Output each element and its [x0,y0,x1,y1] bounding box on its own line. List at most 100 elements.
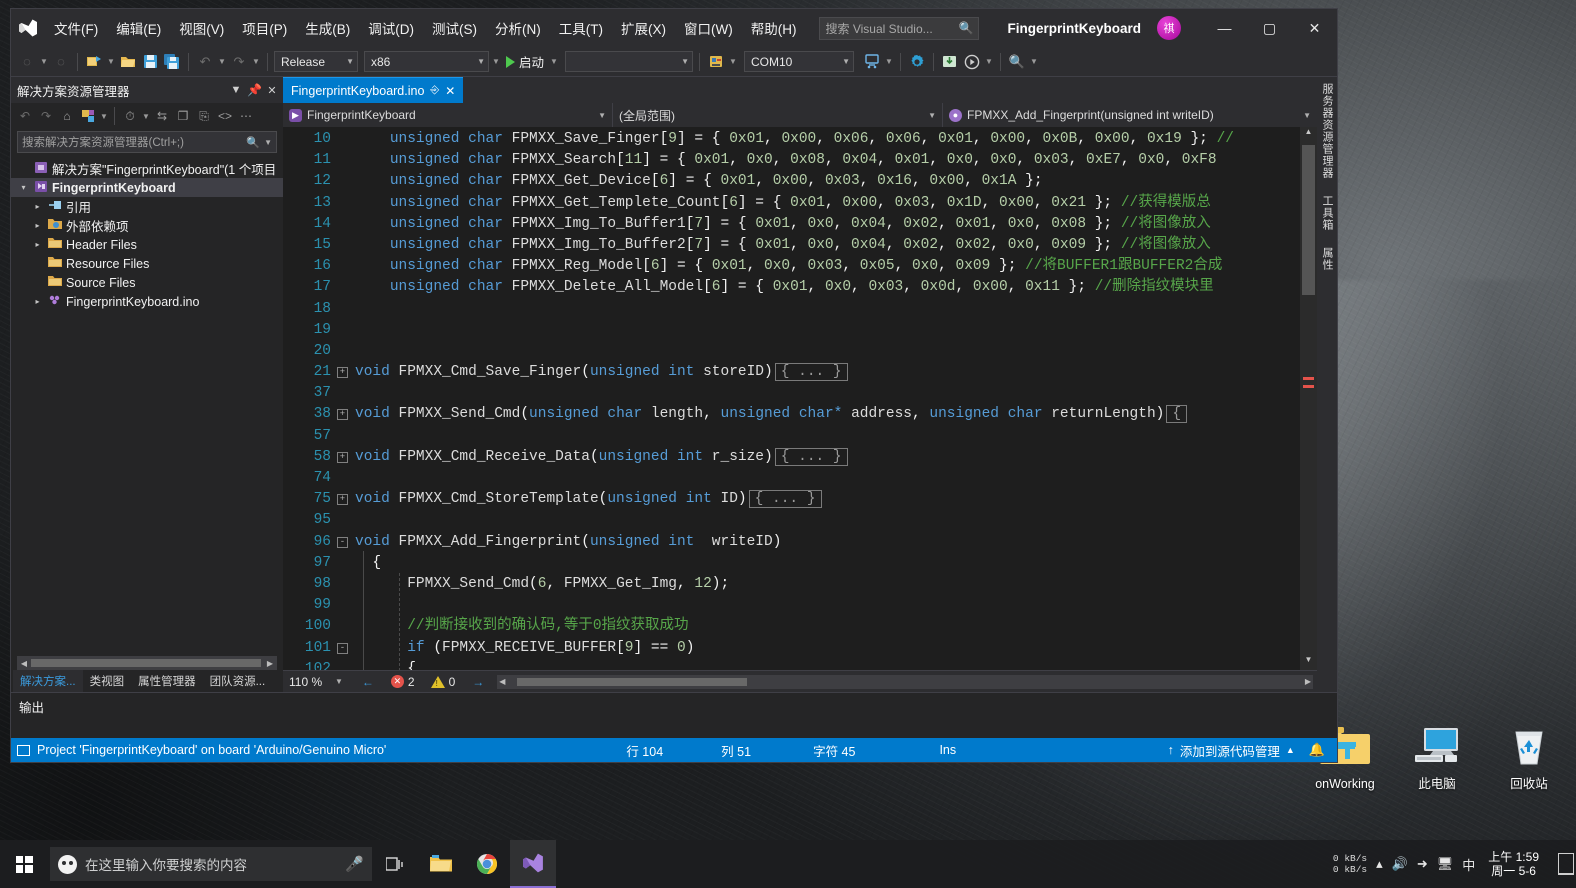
expand-fold-icon[interactable]: + [337,452,348,463]
code-line[interactable]: unsigned char FPMXX_Img_To_Buffer1[7] = … [337,214,1300,235]
collapse-fold-icon[interactable]: - [337,537,348,548]
scroll-right-arrow[interactable]: ▶ [1305,677,1311,686]
warning-count[interactable]: 0 [423,675,464,689]
solution-explorer-hscrollbar[interactable]: ◀ ▶ [17,656,277,670]
chevron-down-icon[interactable]: ▼ [251,57,261,66]
verify-icon[interactable] [962,51,982,73]
new-project-icon[interactable] [84,51,104,73]
sync-icon[interactable]: ⇆ [152,106,172,126]
tree-item-resource-files[interactable]: Resource Files [11,254,283,273]
chevron-down-icon[interactable]: ▼ [549,57,559,66]
chevron-up-icon[interactable]: ▴ [1376,856,1383,872]
tab-property-manager[interactable]: 属性管理器 [131,670,203,692]
code-line[interactable]: +void FPMXX_Cmd_Save_Finger(unsigned int… [337,362,1300,383]
chevron-down-icon[interactable]: ▼ [217,57,227,66]
task-view-button[interactable] [372,840,418,888]
tree-item-external-dependencies[interactable]: ▸ 外部依赖项 [11,216,283,235]
chevron-down-icon[interactable]: ▼ [99,112,109,121]
expand-fold-icon[interactable]: + [337,367,348,378]
settings-gear-icon[interactable] [907,51,927,73]
tree-item-project[interactable]: ▾ FingerprintKeyboard [11,178,283,197]
desktop-icon-this-pc[interactable]: 此电脑 [1398,718,1476,792]
vs-search-box[interactable]: 搜索 Visual Studio... 🔍 [819,17,979,40]
error-count[interactable]: ✕ 2 [383,675,423,689]
scroll-left-arrow[interactable]: ◀ [17,659,31,668]
save-icon[interactable] [140,51,160,73]
forward-icon[interactable]: ↷ [36,106,56,126]
network-icon[interactable]: ➜ [1417,856,1428,872]
chevron-down-icon[interactable]: ▼ [1029,57,1039,66]
code-line[interactable]: unsigned char FPMXX_Search[11] = { 0x01,… [337,150,1300,171]
menu-item-edit[interactable]: 编辑(E) [107,13,170,43]
chevron-down-icon[interactable]: ▼ [106,57,116,66]
tree-item-source-files[interactable]: Source Files [11,273,283,292]
microphone-icon[interactable]: 🎤 [345,855,364,873]
start-debug-button[interactable]: 启动 [503,52,547,71]
code-text[interactable]: unsigned char FPMXX_Save_Finger[9] = { 0… [337,127,1300,670]
code-line[interactable]: +void FPMXX_Send_Cmd(unsigned char lengt… [337,404,1300,425]
home-icon[interactable]: ⌂ [57,106,77,126]
close-button[interactable]: ✕ [1292,9,1337,47]
chevron-down-icon[interactable]: ▼ [491,57,501,66]
code-line[interactable]: //判断接收到的确认码,等于0指纹获取成功 [337,616,1300,637]
navigate-backward-button[interactable]: ← [353,675,383,689]
chevron-down-icon[interactable]: ▼ [335,677,353,686]
code-line[interactable] [337,299,1300,320]
code-line[interactable]: -void FPMXX_Add_Fingerprint(unsigned int… [337,532,1300,553]
navbar-project-combo[interactable]: ▶ FingerprintKeyboard ▼ [283,103,613,127]
expand-fold-icon[interactable]: + [337,494,348,505]
pin-icon[interactable]: 📌 [247,83,261,97]
show-desktop-button[interactable] [1558,853,1574,875]
expander-icon[interactable]: ▾ [17,183,30,192]
expander-icon[interactable]: ▸ [31,240,44,249]
code-line[interactable]: +void FPMXX_Cmd_Receive_Data(unsigned in… [337,447,1300,468]
menu-item-test[interactable]: 测试(S) [423,13,486,43]
tab-class-view[interactable]: 类视图 [83,670,132,692]
visual-studio-button[interactable] [510,840,556,888]
tree-item-ino-file[interactable]: ▸ FingerprintKeyboard.ino [11,292,283,311]
serial-port-combo[interactable]: COM10 ▼ [744,51,854,72]
code-line[interactable] [337,320,1300,341]
navigate-forward-button[interactable]: → [463,675,493,689]
back-icon[interactable]: ↶ [15,106,35,126]
scrollbar-thumb[interactable] [1302,145,1315,295]
solution-explorer-search[interactable]: 搜索解决方案资源管理器(Ctrl+;) 🔍 ▼ [17,131,277,153]
bell-icon[interactable]: 🔔 [1309,742,1325,758]
overflow-icon[interactable]: ⋯ [236,106,256,126]
clock[interactable]: 上午 1:59 周一 5-6 [1484,850,1543,878]
scroll-right-arrow[interactable]: ▶ [263,659,277,668]
display-icon[interactable]: 🖥 [1437,856,1454,872]
close-icon[interactable]: ✕ [265,84,279,97]
scrollbar-thumb[interactable] [31,659,261,667]
expander-icon[interactable]: ▸ [31,202,44,211]
forward-icon[interactable]: ◌ [51,51,71,73]
scrollbar-thumb[interactable] [517,678,747,686]
menu-item-file[interactable]: 文件(F) [45,13,107,43]
taskbar-search-box[interactable]: 在这里输入你要搜索的内容 🎤 [50,847,372,881]
ime-indicator[interactable]: 中 [1462,855,1475,874]
code-line[interactable] [337,426,1300,447]
code-line[interactable] [337,595,1300,616]
navbar-scope-combo[interactable]: (全局范围) ▼ [613,103,943,127]
back-icon[interactable]: ◌ [17,51,37,73]
code-line[interactable]: unsigned char FPMXX_Reg_Model[6] = { 0x0… [337,256,1300,277]
tool-tab-server-explorer[interactable]: 服务器资源管理器 [1319,83,1335,179]
tab-solution-explorer[interactable]: 解决方案... [13,670,83,692]
code-line[interactable]: unsigned char FPMXX_Img_To_Buffer2[7] = … [337,235,1300,256]
menu-item-analyze[interactable]: 分析(N) [486,13,550,43]
code-line[interactable]: unsigned char FPMXX_Get_Templete_Count[6… [337,193,1300,214]
expander-icon[interactable]: ▸ [31,297,44,306]
pin-icon[interactable]: ⎆ [430,84,439,97]
error-marker[interactable] [1303,385,1314,388]
expand-fold-icon[interactable]: + [337,409,348,420]
expander-icon[interactable]: ▸ [31,221,44,230]
zoom-level[interactable]: 110 % [283,675,335,689]
menu-item-project[interactable]: 项目(P) [233,13,296,43]
tool-tab-toolbox[interactable]: 工具箱 [1319,195,1335,231]
chevron-down-icon[interactable]: ▼ [39,57,49,66]
navbar-member-combo[interactable]: ● FPMXX_Add_Fingerprint(unsigned int wri… [943,103,1317,127]
pending-changes-icon[interactable]: ⏱ [120,106,140,126]
minimize-button[interactable]: — [1202,9,1247,47]
desktop-icon-recycle-bin[interactable]: 回收站 [1490,718,1568,792]
chevron-down-icon[interactable]: ▼ [984,57,994,66]
